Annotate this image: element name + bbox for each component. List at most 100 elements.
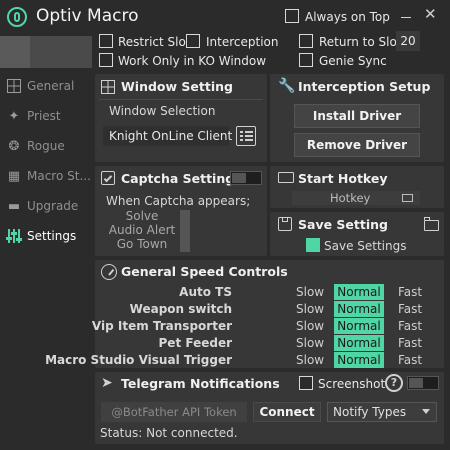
telegram-toggle[interactable] bbox=[407, 376, 439, 390]
keyboard-icon bbox=[402, 194, 413, 202]
interception-setup-title: Interception Setup bbox=[298, 79, 431, 94]
captcha-options-list[interactable]: Solve Audio Alert Go Town bbox=[105, 209, 179, 251]
speed-fast-option[interactable]: Fast bbox=[398, 353, 422, 367]
telegram-panel: ➤ Telegram Notifications Screenshot ? @B… bbox=[95, 372, 444, 444]
start-hotkey-title: Start Hotkey bbox=[298, 171, 388, 186]
screenshot-checkbox[interactable] bbox=[299, 376, 313, 390]
speed-slow-option[interactable]: Slow bbox=[296, 319, 324, 333]
speed-normal-option[interactable]: Normal bbox=[334, 318, 384, 334]
install-driver-button[interactable]: Install Driver bbox=[294, 104, 420, 128]
table-row: Auto TS Slow Normal Fast bbox=[96, 284, 440, 301]
folder-icon[interactable] bbox=[424, 217, 439, 231]
keyboard-icon bbox=[278, 172, 294, 183]
list-item[interactable]: Go Town bbox=[105, 237, 179, 251]
table-row: Vip Item Transporter Slow Normal Fast bbox=[92, 318, 440, 335]
table-row: Macro Studio Visual Trigger Slow Normal … bbox=[45, 352, 440, 369]
sidebar-item-label: Upgrade bbox=[27, 199, 79, 213]
sidebar-item-rogue[interactable]: ❂ Rogue bbox=[0, 131, 92, 161]
captcha-setting-panel: Captcha Setting When Captcha appears; So… bbox=[95, 166, 267, 256]
priest-icon: ✦ bbox=[8, 108, 20, 124]
notify-types-label: Notify Types bbox=[333, 405, 407, 419]
grid-icon bbox=[4, 77, 24, 95]
interception-setup-panel: 🔧 Interception Setup Install Driver Remo… bbox=[270, 74, 444, 162]
speed-fast-option[interactable]: Fast bbox=[398, 336, 422, 350]
screenshot-label: Screenshot bbox=[318, 377, 386, 391]
speed-slow-option[interactable]: Slow bbox=[296, 285, 324, 299]
wrench-icon: 🔧 bbox=[278, 78, 296, 94]
return-to-slot-label: Return to Slot bbox=[319, 35, 402, 49]
table-row: Weapon switch Slow Normal Fast bbox=[96, 301, 440, 318]
captcha-when-label: When Captcha appears; bbox=[106, 194, 251, 208]
notify-types-dropdown[interactable]: Notify Types bbox=[327, 402, 437, 422]
restrict-slot-checkbox[interactable] bbox=[99, 34, 113, 48]
minimize-icon[interactable] bbox=[401, 17, 411, 18]
captcha-icon bbox=[101, 171, 115, 185]
hotkey-label: Hotkey bbox=[330, 191, 371, 205]
speed-row-name: Macro Studio Visual Trigger bbox=[45, 353, 232, 367]
window-setting-panel: Window Setting Window Selection Knight O… bbox=[95, 74, 267, 162]
save-settings-checkbox[interactable] bbox=[306, 238, 320, 252]
list-item[interactable]: Solve bbox=[105, 209, 179, 223]
telegram-icon: ➤ bbox=[101, 375, 113, 391]
speed-normal-option[interactable]: Normal bbox=[334, 352, 384, 368]
sidebar-item-upgrade[interactable]: ▬ Upgrade bbox=[0, 191, 92, 221]
save-icon bbox=[278, 217, 292, 231]
speed-fast-option[interactable]: Fast bbox=[398, 302, 422, 316]
telegram-title: Telegram Notifications bbox=[121, 376, 280, 391]
return-to-slot-input[interactable]: 20 bbox=[396, 31, 420, 51]
remove-driver-button[interactable]: Remove Driver bbox=[294, 133, 420, 157]
hotkey-input[interactable]: Hotkey bbox=[292, 191, 420, 205]
sidebar-item-priest[interactable]: ✦ Priest bbox=[0, 101, 92, 131]
save-settings-label: Save Settings bbox=[324, 239, 407, 253]
connect-button[interactable]: Connect bbox=[253, 402, 321, 422]
sliders-icon bbox=[4, 227, 24, 245]
window-select-dropdown[interactable]: Knight OnLine Client bbox=[103, 126, 232, 146]
captcha-scrollbar[interactable] bbox=[180, 210, 190, 252]
window-setting-divider bbox=[99, 99, 263, 100]
help-icon[interactable]: ? bbox=[385, 374, 403, 392]
speed-normal-option[interactable]: Normal bbox=[334, 284, 384, 300]
rogue-icon: ❂ bbox=[8, 138, 20, 154]
speed-normal-option[interactable]: Normal bbox=[334, 335, 384, 351]
grid-icon bbox=[101, 80, 115, 97]
window-selection-label: Window Selection bbox=[109, 104, 216, 118]
sidebar-item-macro-studio[interactable]: ▦ Macro St... bbox=[0, 161, 92, 191]
always-on-top-checkbox[interactable] bbox=[285, 9, 299, 23]
return-to-slot-checkbox[interactable] bbox=[299, 34, 313, 48]
sidebar-item-general[interactable]: General bbox=[0, 71, 92, 101]
interception-checkbox[interactable] bbox=[186, 34, 200, 48]
speed-slow-option[interactable]: Slow bbox=[296, 336, 324, 350]
save-setting-panel: Save Setting Save Settings bbox=[270, 212, 444, 256]
speed-slow-option[interactable]: Slow bbox=[296, 302, 324, 316]
sidebar-item-label: Macro St... bbox=[27, 169, 91, 183]
telegram-status: Status: Not connected. bbox=[100, 426, 238, 440]
speed-row-name: Auto TS bbox=[179, 285, 232, 299]
save-setting-title: Save Setting bbox=[298, 217, 388, 232]
table-row: Pet Feeder Slow Normal Fast bbox=[96, 335, 440, 352]
always-on-top-label: Always on Top bbox=[305, 10, 390, 24]
genie-sync-checkbox[interactable] bbox=[299, 53, 313, 67]
work-only-in-ko-checkbox[interactable] bbox=[99, 53, 113, 67]
restrict-slot-label: Restrict Slot bbox=[118, 35, 191, 49]
speed-normal-option[interactable]: Normal bbox=[334, 301, 384, 317]
sidebar-item-label: Rogue bbox=[27, 139, 65, 153]
captcha-toggle[interactable] bbox=[230, 171, 262, 185]
api-token-input[interactable]: @BotFather API Token bbox=[101, 402, 247, 422]
close-icon[interactable]: ✕ bbox=[424, 5, 437, 23]
interception-label: Interception bbox=[206, 35, 279, 49]
speed-controls-title: General Speed Controls bbox=[121, 264, 288, 279]
start-hotkey-panel: Start Hotkey Hotkey bbox=[270, 166, 444, 208]
captcha-setting-title: Captcha Setting bbox=[121, 171, 235, 186]
window-list-icon[interactable] bbox=[236, 126, 256, 146]
speed-fast-option[interactable]: Fast bbox=[398, 285, 422, 299]
sidebar-item-label: Settings bbox=[27, 229, 77, 243]
sidebar-item-settings[interactable]: Settings bbox=[0, 221, 92, 251]
window-setting-title: Window Setting bbox=[121, 79, 233, 94]
speed-slow-option[interactable]: Slow bbox=[296, 353, 324, 367]
app-logo-icon bbox=[7, 7, 27, 27]
gauge-icon bbox=[101, 264, 117, 280]
list-item[interactable]: Audio Alert bbox=[105, 223, 179, 237]
speed-row-name: Vip Item Transporter bbox=[91, 319, 232, 333]
speed-fast-option[interactable]: Fast bbox=[398, 319, 422, 333]
work-only-in-ko-label: Work Only in KO Window bbox=[118, 54, 267, 68]
